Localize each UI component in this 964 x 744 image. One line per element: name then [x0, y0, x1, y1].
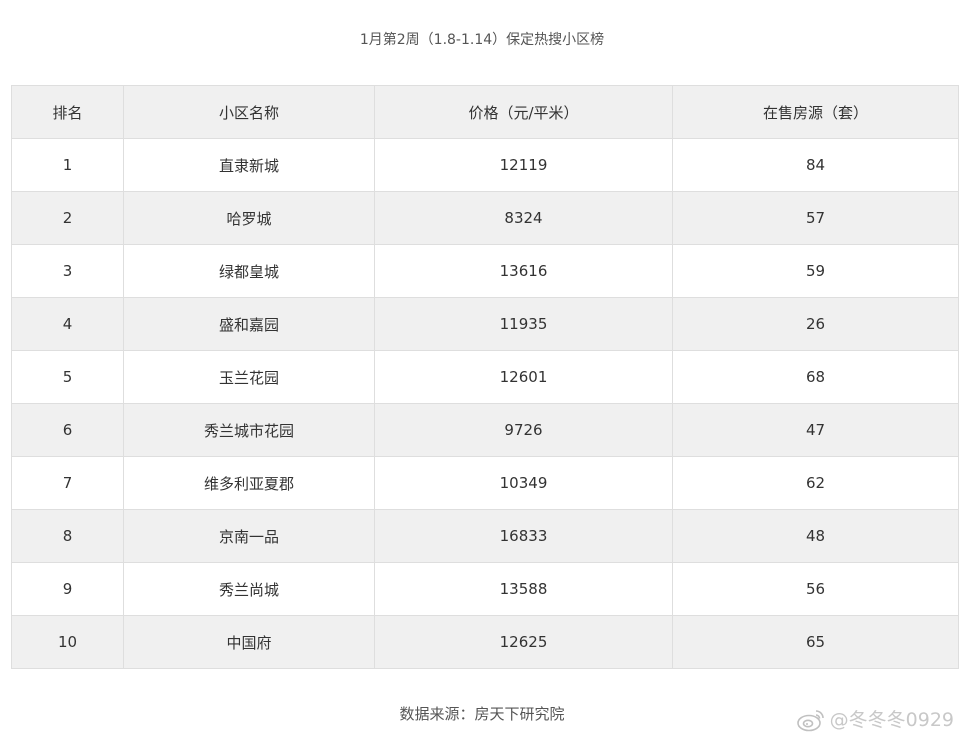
table-row: 10 中国府 12625 65 — [11, 615, 959, 669]
cell-price: 13616 — [374, 244, 673, 298]
cell-price: 8324 — [374, 191, 673, 245]
cell-rank: 8 — [11, 509, 124, 563]
ranking-table: 排名 小区名称 价格（元/平米） 在售房源（套） 1 直隶新城 12119 84… — [11, 85, 959, 669]
cell-community-name: 直隶新城 — [123, 138, 375, 192]
table-row: 5 玉兰花园 12601 68 — [11, 350, 959, 404]
cell-listings: 68 — [672, 350, 959, 404]
cell-community-name: 玉兰花园 — [123, 350, 375, 404]
table-row: 4 盛和嘉园 11935 26 — [11, 297, 959, 351]
cell-listings: 26 — [672, 297, 959, 351]
cell-rank: 3 — [11, 244, 124, 298]
cell-price: 16833 — [374, 509, 673, 563]
cell-rank: 7 — [11, 456, 124, 510]
cell-listings: 65 — [672, 615, 959, 669]
cell-listings: 59 — [672, 244, 959, 298]
cell-listings: 48 — [672, 509, 959, 563]
table-row: 3 绿都皇城 13616 59 — [11, 244, 959, 298]
cell-price: 12119 — [374, 138, 673, 192]
header-community-name: 小区名称 — [123, 85, 375, 139]
cell-listings: 47 — [672, 403, 959, 457]
table-header-row: 排名 小区名称 价格（元/平米） 在售房源（套） — [11, 85, 959, 139]
table-row: 8 京南一品 16833 48 — [11, 509, 959, 563]
cell-rank: 9 — [11, 562, 124, 616]
cell-rank: 5 — [11, 350, 124, 404]
cell-price: 10349 — [374, 456, 673, 510]
watermark: @冬冬冬0929 — [796, 706, 954, 734]
header-price: 价格（元/平米） — [374, 85, 673, 139]
cell-community-name: 京南一品 — [123, 509, 375, 563]
watermark-text: @冬冬冬0929 — [829, 709, 954, 731]
header-rank: 排名 — [11, 85, 124, 139]
cell-rank: 2 — [11, 191, 124, 245]
cell-community-name: 中国府 — [123, 615, 375, 669]
table-caption: 1月第2周（1.8-1.14）保定热搜小区榜 — [359, 32, 605, 48]
cell-listings: 57 — [672, 191, 959, 245]
cell-community-name: 秀兰城市花园 — [123, 403, 375, 457]
cell-price: 12625 — [374, 615, 673, 669]
cell-price: 12601 — [374, 350, 673, 404]
cell-community-name: 哈罗城 — [123, 191, 375, 245]
header-listings: 在售房源（套） — [672, 85, 959, 139]
cell-rank: 6 — [11, 403, 124, 457]
cell-listings: 84 — [672, 138, 959, 192]
cell-community-name: 维多利亚夏郡 — [123, 456, 375, 510]
cell-listings: 56 — [672, 562, 959, 616]
cell-community-name: 秀兰尚城 — [123, 562, 375, 616]
cell-community-name: 盛和嘉园 — [123, 297, 375, 351]
cell-rank: 4 — [11, 297, 124, 351]
table-row: 9 秀兰尚城 13588 56 — [11, 562, 959, 616]
table-row: 1 直隶新城 12119 84 — [11, 138, 959, 192]
cell-community-name: 绿都皇城 — [123, 244, 375, 298]
table-row: 6 秀兰城市花园 9726 47 — [11, 403, 959, 457]
cell-price: 13588 — [374, 562, 673, 616]
cell-rank: 1 — [11, 138, 124, 192]
cell-listings: 62 — [672, 456, 959, 510]
table-row: 7 维多利亚夏郡 10349 62 — [11, 456, 959, 510]
cell-price: 11935 — [374, 297, 673, 351]
cell-price: 9726 — [374, 403, 673, 457]
weibo-icon — [796, 707, 826, 733]
cell-rank: 10 — [11, 615, 124, 669]
table-row: 2 哈罗城 8324 57 — [11, 191, 959, 245]
